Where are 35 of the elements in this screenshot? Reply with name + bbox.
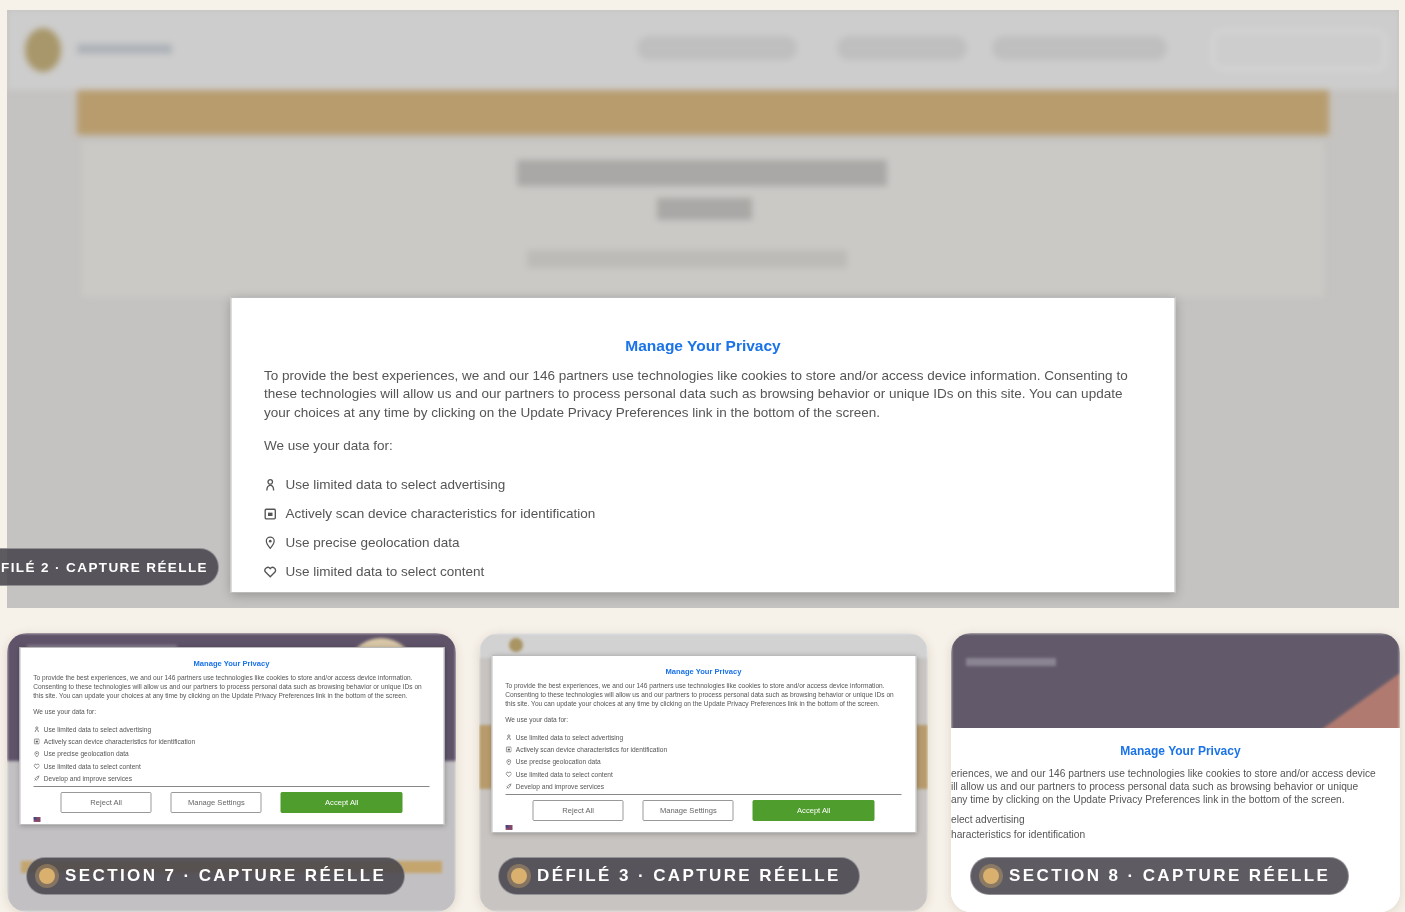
purpose-item: Use precise geolocation data [285,535,460,551]
id-card-icon [263,507,278,521]
consent-text: To provide the best experiences, we and our 146 partners use technologies like cookies to store and/or access device information. Consenting to these technologies will allow us and our partners to process personal data such as browsing behavior or unique IDs on this site. You can update your choices at any time by clicking on the Update Privacy Preferences link in the bottom of the screen. [263,366,1129,422]
dialog-title: Manage Your Privacy [624,337,782,356]
flag-icon [33,817,41,823]
heart-icon [263,565,278,579]
flag-icon [505,825,513,831]
person-icon [505,734,512,741]
purpose-item: haracteristics for identification [951,829,1086,840]
person-icon [33,726,40,733]
rocket-icon [33,775,40,782]
id-card-icon [33,738,40,746]
location-pin-icon [263,536,278,550]
heart-icon [505,770,512,778]
purposes-heading: We use your data for: [263,437,394,453]
consent-text-line: ill allow us and our partners to process personal data such as browsing behavior or unique [951,781,1359,792]
caption-text: DÉFILÉ 3 · CAPTURE RÉELLE [537,866,841,886]
purpose-item: Actively scan device characteristics for identification [285,506,596,522]
dialog-title: Manage Your Privacy [1119,744,1242,758]
purpose-item: elect advertising [951,814,1025,825]
id-card-icon [505,746,512,754]
consent-text-line: eriences, we and our 146 partners use technologies like cookies to store and/or access device [951,768,1376,779]
location-pin-icon [33,750,40,758]
status-dot-icon [511,868,527,884]
caption-text: SECTION 8 · CAPTURE RÉELLE [1009,866,1331,886]
purpose-item: Use limited data to select advertising [285,477,506,493]
caption-text: FILÉ 2 · CAPTURE RÉELLE [1,559,208,575]
location-pin-icon [505,758,512,766]
consent-text-line: any time by clicking on the Update Privacy Preferences link in the bottom of the screen. [951,794,1345,805]
rocket-icon [505,783,512,790]
caption-text: SECTION 7 · CAPTURE RÉELLE [65,866,387,886]
purpose-item: Use limited data to select content [285,564,485,580]
status-dot-icon [39,868,55,884]
heart-icon [33,762,40,770]
status-dot-icon [983,868,999,884]
